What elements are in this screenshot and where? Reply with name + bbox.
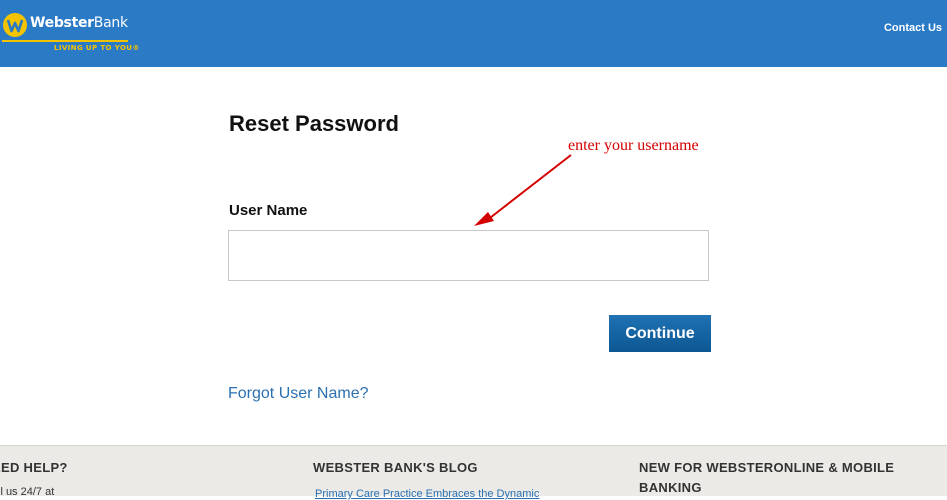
footer-blog-heading: WEBSTER BANK'S BLOG [313, 460, 478, 475]
logo-name-bold: Webster [30, 15, 94, 31]
footer-new-heading: NEW FOR WEBSTERONLINE & MOBILE BANKING [639, 460, 895, 495]
annotation-label: enter your username [568, 137, 699, 154]
logo-tagline: LIVING UP TO YOU® [54, 44, 140, 52]
username-label: User Name [229, 202, 308, 219]
forgot-username-link[interactable]: Forgot User Name? [228, 385, 369, 403]
logo-name-light: Bank [93, 15, 128, 31]
footer-blog-link[interactable]: Primary Care Practice Embraces the Dynam… [315, 488, 539, 500]
footer-help-text: ll us 24/7 at [0, 486, 55, 498]
logo-wordmark: WebsterBank [30, 15, 128, 31]
footer-help-heading: EED HELP? [0, 460, 68, 475]
continue-button[interactable]: Continue [609, 315, 711, 352]
page-title: Reset Password [229, 111, 399, 136]
contact-us-link[interactable]: Contact Us [884, 22, 942, 34]
header-bar: WebsterBank LIVING UP TO YOU® Contact Us [0, 0, 947, 67]
logo-underline [2, 40, 128, 42]
footer: EED HELP? ll us 24/7 at WEBSTER BANK'S B… [0, 445, 947, 500]
webster-w-icon [3, 13, 27, 37]
annotation-arrow-icon [474, 154, 572, 226]
username-input[interactable] [228, 230, 709, 281]
webster-bank-logo[interactable]: WebsterBank LIVING UP TO YOU® [2, 10, 142, 60]
